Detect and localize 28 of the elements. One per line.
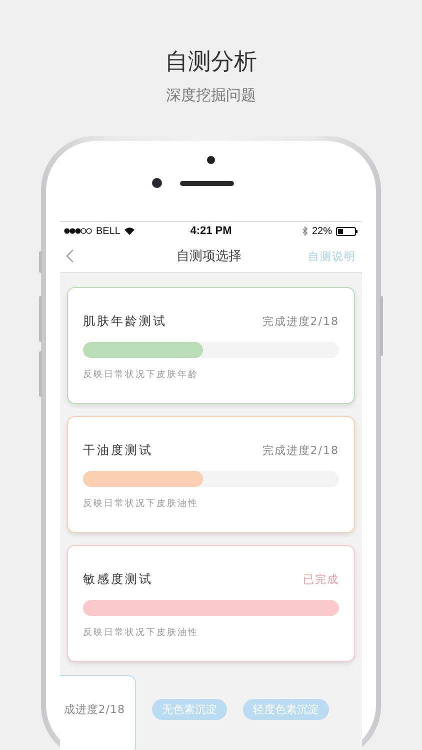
test-description: 反映日常状况下皮肤油性 <box>83 626 200 639</box>
sensor-icon <box>207 156 215 164</box>
test-name: 肌肤年龄测试 <box>83 313 167 330</box>
test-card[interactable]: 成进度2/18 <box>60 675 136 750</box>
battery-text: 22% <box>312 226 332 236</box>
progress-text: 已完成 <box>303 572 339 587</box>
test-name: 敏感度测试 <box>83 571 153 588</box>
progress-text: 成进度2/18 <box>64 702 125 718</box>
test-card[interactable]: 敏感度测试 已完成 反映日常状况下皮肤油性 <box>67 545 355 662</box>
page-title: 自测分析 <box>165 48 257 77</box>
test-card[interactable]: 干油度测试 完成进度2/18 反映日常状况下皮肤油性 <box>67 416 355 533</box>
test-card[interactable]: 肌肤年龄测试 完成进度2/18 反映日常状况下皮肤年龄 <box>67 287 355 404</box>
time-text: 4:21 PM <box>190 225 232 237</box>
test-name: 干油度测试 <box>83 442 153 459</box>
wifi-icon <box>124 227 136 235</box>
speaker-icon <box>180 180 234 186</box>
camera-icon <box>152 178 162 188</box>
progress-text: 完成进度2/18 <box>262 314 339 329</box>
nav-title: 自测项选择 <box>176 248 242 265</box>
progress-text: 完成进度2/18 <box>262 443 339 458</box>
battery-icon <box>336 226 358 236</box>
test-description: 反映日常状况下皮肤年龄 <box>83 368 200 381</box>
page-subtitle: 深度挖掘问题 <box>166 85 256 106</box>
back-icon[interactable] <box>66 249 74 263</box>
carrier-text: BELL <box>96 226 120 236</box>
signal-icon <box>64 228 92 234</box>
bluetooth-icon <box>302 226 308 236</box>
test-description: 反映日常状况下皮肤油性 <box>83 498 200 510</box>
